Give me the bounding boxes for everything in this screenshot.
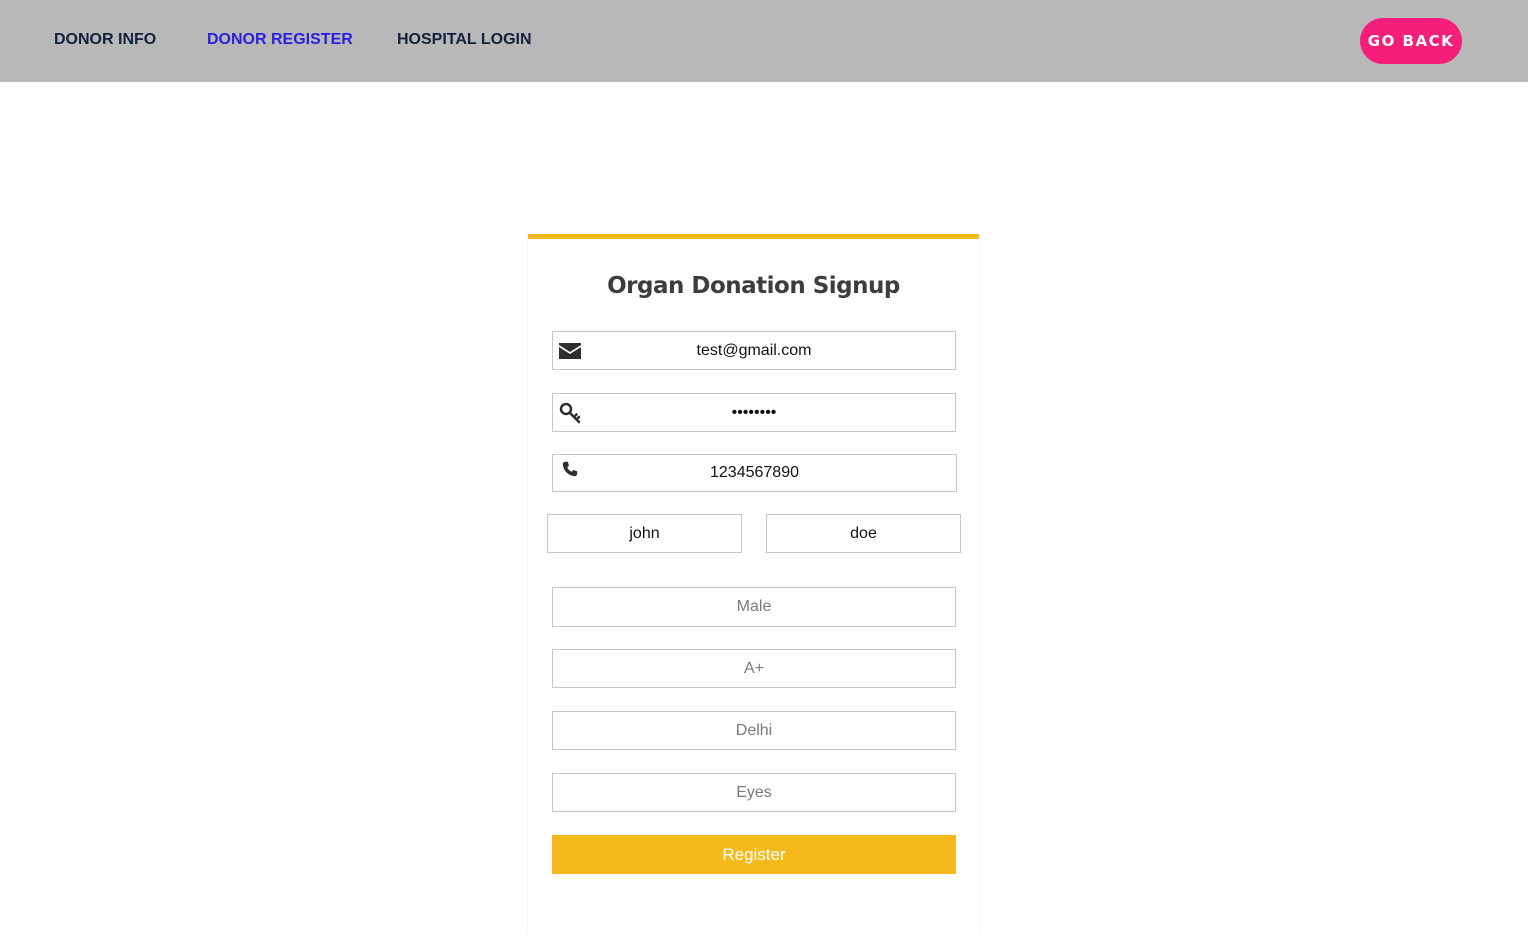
top-navbar: DONOR INFO DONOR REGISTER HOSPITAL LOGIN… xyxy=(0,0,1528,82)
phone-field-container xyxy=(552,454,957,492)
first-name-field-container xyxy=(547,514,742,553)
last-name-input[interactable] xyxy=(767,515,960,552)
password-input[interactable] xyxy=(553,394,955,431)
blood-group-field-container xyxy=(552,649,956,688)
gender-input[interactable] xyxy=(553,588,955,626)
first-name-input[interactable] xyxy=(548,515,741,552)
password-field-container xyxy=(552,393,956,432)
organ-field-container xyxy=(552,773,956,812)
organ-input[interactable] xyxy=(553,774,955,811)
nav-donor-register-link[interactable]: DONOR REGISTER xyxy=(207,30,353,50)
email-field-container xyxy=(552,331,956,370)
nav-donor-info-link[interactable]: DONOR INFO xyxy=(54,30,156,50)
city-input[interactable] xyxy=(553,712,955,749)
phone-input[interactable] xyxy=(553,455,956,491)
go-back-button[interactable]: GO BACK xyxy=(1360,18,1462,64)
form-title: Organ Donation Signup xyxy=(607,273,900,299)
email-input[interactable] xyxy=(553,332,955,369)
gender-field-container xyxy=(552,587,956,627)
register-button[interactable]: Register xyxy=(552,835,956,874)
blood-group-input[interactable] xyxy=(553,650,955,687)
city-field-container xyxy=(552,711,956,750)
nav-hospital-login-link[interactable]: HOSPITAL LOGIN xyxy=(397,30,532,50)
last-name-field-container xyxy=(766,514,961,553)
